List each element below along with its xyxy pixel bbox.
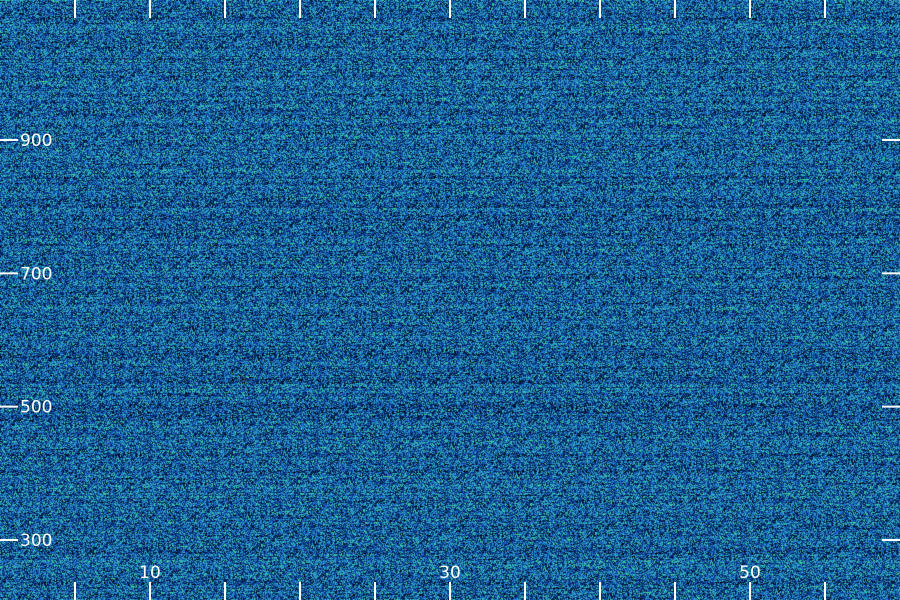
x-tick-label-10: 10 bbox=[139, 563, 161, 583]
x-tick-label-30: 30 bbox=[439, 563, 461, 583]
y-tick-label-900: 900 bbox=[20, 131, 52, 151]
y-tick-label-500: 500 bbox=[20, 398, 52, 418]
spectrogram-plot: 10 30 50 900 700 500 300 bbox=[0, 0, 900, 600]
y-tick-label-700: 700 bbox=[20, 264, 52, 284]
heatmap-cells bbox=[0, 0, 900, 600]
y-tick-label-300: 300 bbox=[20, 531, 52, 551]
x-tick-label-50: 50 bbox=[739, 563, 761, 583]
